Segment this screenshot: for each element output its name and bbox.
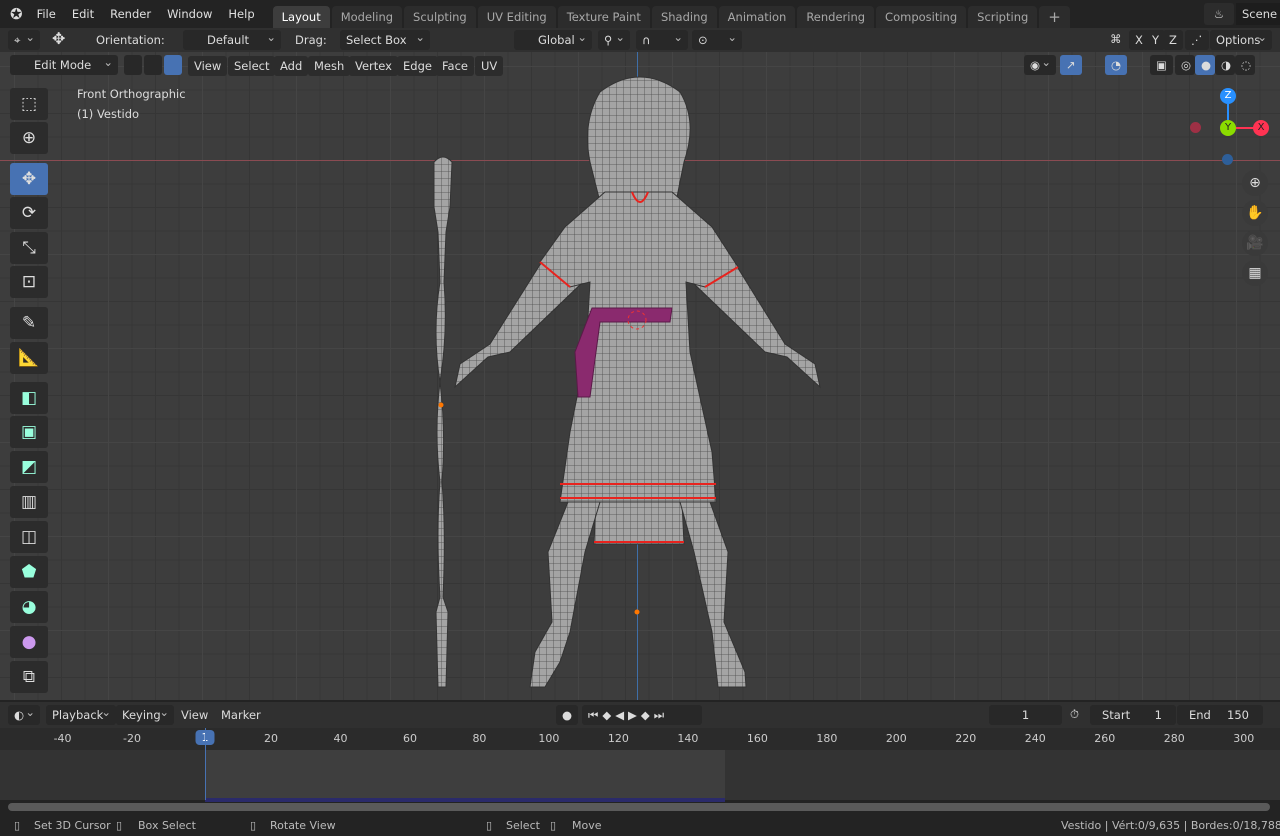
options-dropdown[interactable]: Options [1210,27,1272,50]
timeline-scrollbar[interactable] [8,803,1270,811]
ruler-tick: -20 [123,732,142,745]
tab-texture-paint[interactable]: Texture Paint [557,5,650,28]
timeline-ruler[interactable]: -40-201204060801001201401601802002202402… [0,728,1280,750]
menu-window[interactable]: Window [159,7,220,21]
status-bar: ▯ Set 3D Cursor ▯ Box Select ▯ Rotate Vi… [0,816,1280,836]
select-hint: Select [506,819,540,832]
menu-help[interactable]: Help [220,7,262,21]
ruler-tick: 120 [607,732,629,745]
object-origin [634,609,640,615]
ruler-tick: 140 [677,732,699,745]
start-value: 1 [1154,708,1162,722]
axis-z-toggle[interactable]: Z [1163,30,1183,50]
tab-rendering[interactable]: Rendering [797,5,875,28]
ruler-tick: 180 [816,732,838,745]
rotate-view-hint: Rotate View [270,819,336,832]
tool-header: ⌖ ✥ Orientation: Default Drag: Select Bo… [0,27,1280,52]
right-leg-mesh [679,501,747,688]
ruler-tick: 100 [538,732,560,745]
start-frame-field[interactable]: Start 1 [1090,705,1176,725]
ruler-tick: 260 [1094,732,1116,745]
mouse-middle-icon: ▯ [250,819,257,832]
staff-origin [438,402,444,408]
frame-range-bar [205,798,725,802]
move-hint: Move [572,819,602,832]
underskirt-mesh [593,501,685,545]
box-select-hint: Box Select [138,819,196,832]
tab-animation[interactable]: Animation [718,5,796,28]
ruler-tick: 200 [885,732,907,745]
orientation-label: Orientation: [96,33,165,47]
editor-type-icon[interactable]: ◐ [8,702,40,725]
keying-menu[interactable]: Keying [116,702,174,725]
ruler-tick: 80 [472,732,487,745]
tab-sculpting[interactable]: Sculpting [404,5,476,28]
ruler-tick: 60 [402,732,417,745]
timeline-marker-menu[interactable]: Marker [221,708,261,722]
playback-menu[interactable]: Playback [46,702,116,725]
frame-range [205,750,725,800]
end-value: 150 [1227,708,1249,722]
ruler-tick: -40 [53,732,72,745]
auto-merge-icon[interactable]: ⋰ [1185,30,1209,50]
playhead-line [205,728,206,800]
end-label: End [1189,708,1211,722]
staff-mesh [433,156,453,688]
mirror-icon[interactable]: ⌘ [1110,32,1122,46]
3d-viewport[interactable]: Edit Mode View Select Add Mesh Vertex Ed… [0,52,1280,700]
current-frame-field[interactable]: 1 [989,705,1062,725]
drag-label: Drag: [295,33,327,47]
menu-render[interactable]: Render [102,7,159,21]
tool-settings-icon[interactable]: ⌖ [8,27,40,50]
orientation-dropdown[interactable]: Default [183,27,281,50]
start-label: Start [1102,708,1131,722]
left-leg-mesh [529,501,601,688]
ruler-tick: 40 [333,732,348,745]
set-cursor-hint: Set 3D Cursor [34,819,111,832]
top-bar: ✪ File Edit Render Window Help Layout Mo… [0,0,1280,28]
mouse-left-icon: ▯ [14,819,21,832]
pivot-point-icon[interactable]: ⚲ [598,27,630,50]
timeline-header: ◐ Playback Keying View Marker ● ⏮◆◀▶◆⏭ 1… [0,700,1280,728]
end-frame-field[interactable]: End 150 [1177,705,1263,725]
record-icon[interactable]: ● [556,705,579,725]
ruler-tick: 20 [264,732,278,745]
ruler-tick: 300 [1233,732,1255,745]
add-workspace-button[interactable]: + [1039,5,1070,28]
scene-selector-icon[interactable]: ♨ [1204,3,1234,25]
move-tool-icon: ✥ [52,29,66,48]
timeline-track[interactable] [0,728,1280,802]
timeline-view-menu[interactable]: View [181,708,208,722]
tab-scripting[interactable]: Scripting [968,5,1038,28]
proportional-editing-icon[interactable]: ⊙ [692,27,742,50]
tab-shading[interactable]: Shading [651,5,717,28]
scene-name[interactable]: Scene [1236,3,1280,25]
tab-uv-editing[interactable]: UV Editing [477,5,556,28]
menu-edit[interactable]: Edit [64,7,102,21]
mouse-right-icon: ▯ [486,819,493,832]
ruler-tick: 240 [1024,732,1046,745]
ruler-tick: 220 [955,732,977,745]
character-mesh[interactable] [0,52,1280,700]
tab-layout[interactable]: Layout [272,5,330,28]
mouse-drag-icon: ▯ [116,819,123,832]
menu-file[interactable]: File [29,7,64,21]
ruler-tick: 280 [1163,732,1185,745]
head-mesh [587,76,691,203]
blender-logo-icon[interactable]: ✪ [0,5,29,23]
playback-controls-icon[interactable]: ⏮◆◀▶◆⏭ [582,705,702,725]
tab-modeling[interactable]: Modeling [331,5,403,28]
ruler-tick: 160 [746,732,768,745]
tab-compositing[interactable]: Compositing [876,5,967,28]
dress-mesh [539,191,739,503]
scene-statistics: Vestido | Vért:0/9,635 | Bordes:0/18,788… [1061,819,1280,832]
mouse-drag-right-icon: ▯ [550,819,557,832]
stopwatch-icon[interactable]: ⏱ [1070,707,1079,722]
drag-dropdown[interactable]: Select Box [340,27,430,50]
snap-icon[interactable]: ∩ [636,27,688,50]
transform-orientation-dropdown[interactable]: Global [514,27,592,50]
